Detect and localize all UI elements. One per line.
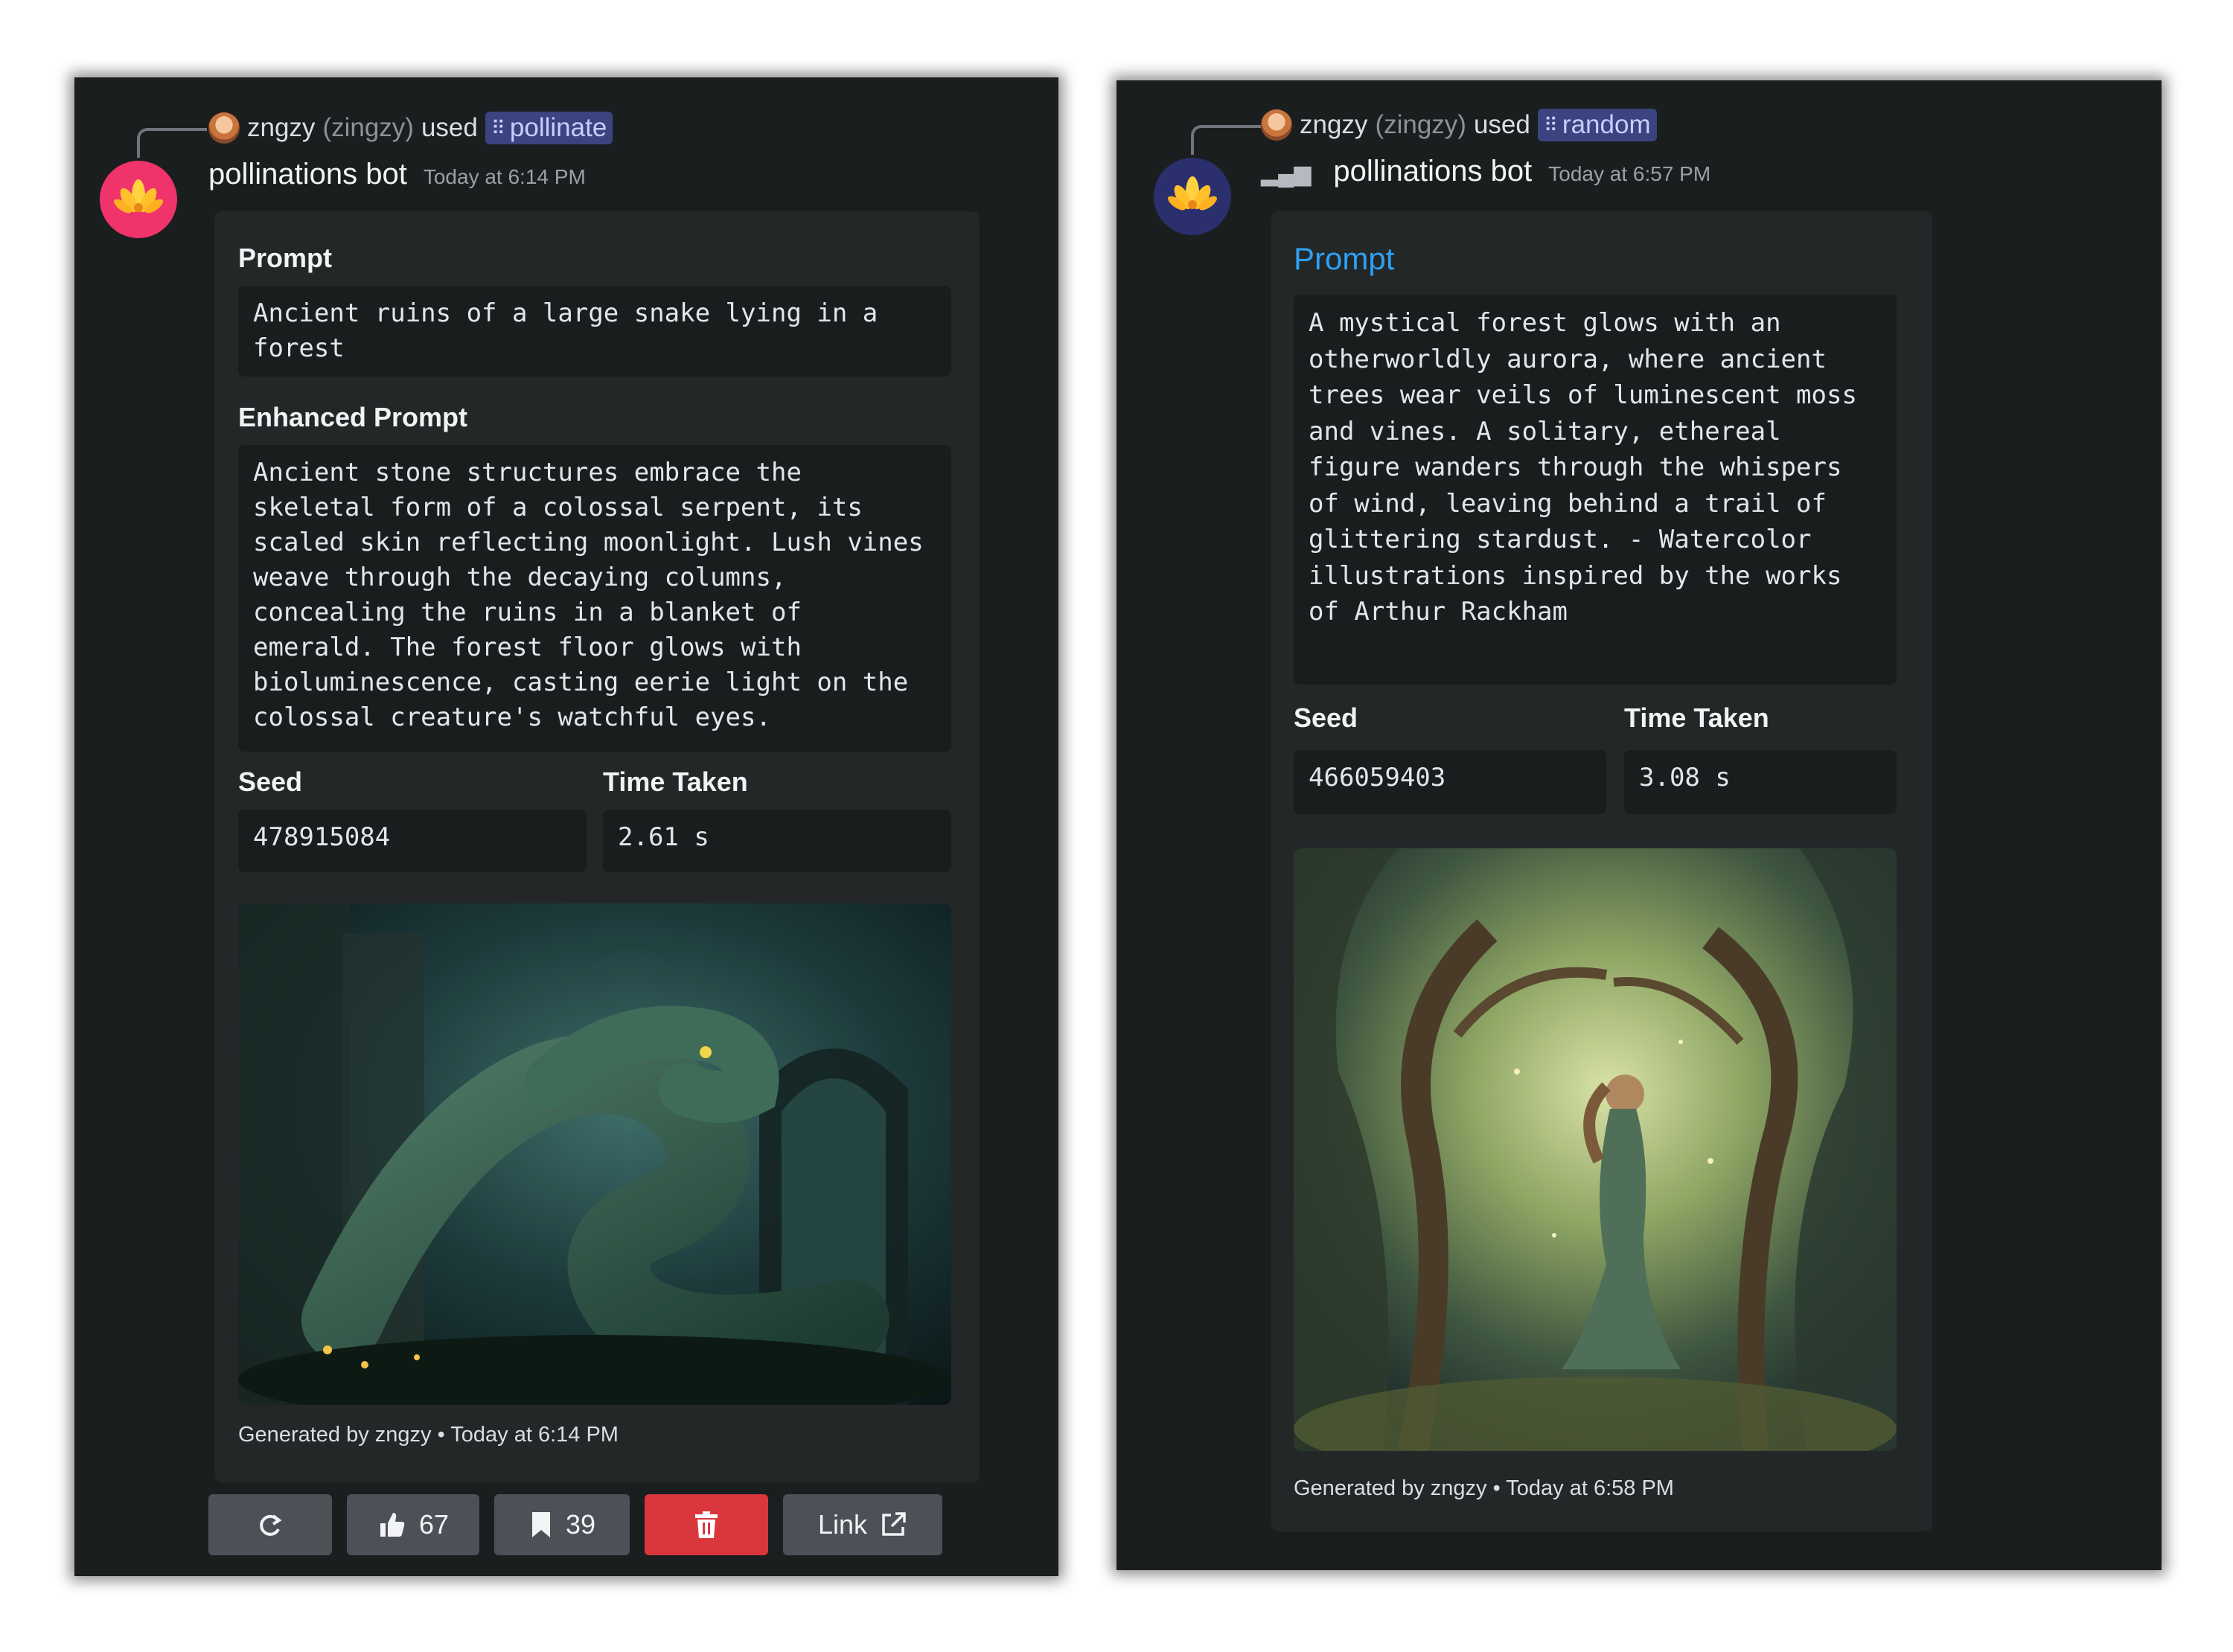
command-name: random: [1562, 110, 1651, 139]
time-taken-title: Time Taken: [603, 766, 748, 797]
prompt-value: A mystical forest glows with an otherwor…: [1294, 295, 1897, 685]
slash-command-icon: ⠿: [491, 116, 505, 139]
enhanced-prompt-title: Enhanced Prompt: [238, 402, 468, 432]
like-button[interactable]: 67: [347, 1494, 479, 1555]
reply-username[interactable]: zngzy: [1300, 110, 1367, 140]
embed-footer: Generated by zngzy • Today at 6:58 PM: [1294, 1476, 1674, 1500]
generated-image-serpent[interactable]: [238, 903, 951, 1405]
thumbs-up-icon: [380, 1513, 405, 1537]
bot-avatar[interactable]: [100, 161, 177, 238]
bookmark-icon: [531, 1512, 550, 1537]
message-panel-right: zngzy (zingzy) used ⠿ random ▂▄▆ pollina…: [1116, 80, 2162, 1570]
prompt-value: Ancient ruins of a large snake lying in …: [238, 286, 951, 377]
time-taken-value: 3.08 s: [1624, 750, 1897, 814]
flower-logo-icon: [114, 179, 163, 214]
embed-footer: Generated by zngzy • Today at 6:14 PM: [238, 1423, 619, 1447]
seed-value: 478915084: [238, 810, 587, 872]
message-timestamp: Today at 6:57 PM: [1548, 162, 1711, 185]
bot-name[interactable]: pollinations bot: [1333, 155, 1532, 188]
time-taken-title: Time Taken: [1624, 702, 1769, 733]
reply-username[interactable]: zngzy: [247, 113, 315, 143]
reply-handle: (zingzy): [322, 113, 414, 142]
user-mini-avatar[interactable]: [208, 112, 240, 144]
trash-icon: [695, 1511, 718, 1538]
bot-name[interactable]: pollinations bot: [208, 158, 407, 191]
message-header: pollinations bot Today at 6:14 PM: [208, 158, 586, 191]
reply-used-text: used: [421, 113, 478, 142]
time-taken-value: 2.61 s: [603, 810, 951, 872]
delete-button[interactable]: [645, 1494, 768, 1555]
user-mini-avatar[interactable]: [1261, 109, 1292, 141]
regenerate-button[interactable]: [208, 1494, 332, 1555]
prompt-title: Prompt: [238, 243, 332, 273]
command-mention[interactable]: ⠿ random: [1537, 109, 1657, 141]
seed-value: 466059403: [1294, 750, 1606, 814]
signal-bars-icon: ▂▄▆: [1261, 161, 1312, 186]
command-mention[interactable]: ⠿ pollinate: [485, 112, 613, 144]
like-count: 67: [418, 1509, 450, 1540]
seed-title: Seed: [1294, 702, 1358, 733]
flower-logo-icon: [1168, 176, 1217, 211]
refresh-icon: [260, 1514, 282, 1536]
bookmark-button[interactable]: 39: [494, 1494, 630, 1555]
prompt-title: Prompt: [1294, 241, 1395, 276]
message-panel-left: zngzy (zingzy) used ⠿ pollinate pollinat…: [74, 77, 1058, 1576]
link-button[interactable]: Link: [783, 1494, 942, 1555]
reply-handle: (zingzy): [1375, 110, 1466, 139]
command-name: pollinate: [509, 113, 607, 142]
reply-used-text: used: [1473, 110, 1530, 139]
message-header: ▂▄▆ pollinations bot Today at 6:57 PM: [1261, 155, 1710, 188]
seed-title: Seed: [238, 766, 303, 797]
generated-image-forest[interactable]: [1294, 848, 1897, 1451]
image-embed: Prompt Ancient ruins of a large snake ly…: [214, 211, 980, 1482]
slash-command-icon: ⠿: [1543, 113, 1558, 136]
reply-connector: [1191, 125, 1261, 155]
command-reply-header[interactable]: zngzy (zingzy) used ⠿ pollinate: [208, 112, 613, 144]
reply-connector: [137, 128, 207, 158]
bookmark-count: 39: [565, 1509, 596, 1540]
external-link-icon: [882, 1512, 906, 1536]
link-label: Link: [817, 1509, 868, 1540]
command-reply-header[interactable]: zngzy (zingzy) used ⠿ random: [1261, 109, 1657, 141]
bot-avatar[interactable]: [1154, 158, 1231, 235]
enhanced-prompt-value: Ancient stone structures embrace the ske…: [238, 445, 951, 752]
message-timestamp: Today at 6:14 PM: [423, 165, 586, 188]
image-embed: Prompt A mystical forest glows with an o…: [1271, 211, 1932, 1531]
